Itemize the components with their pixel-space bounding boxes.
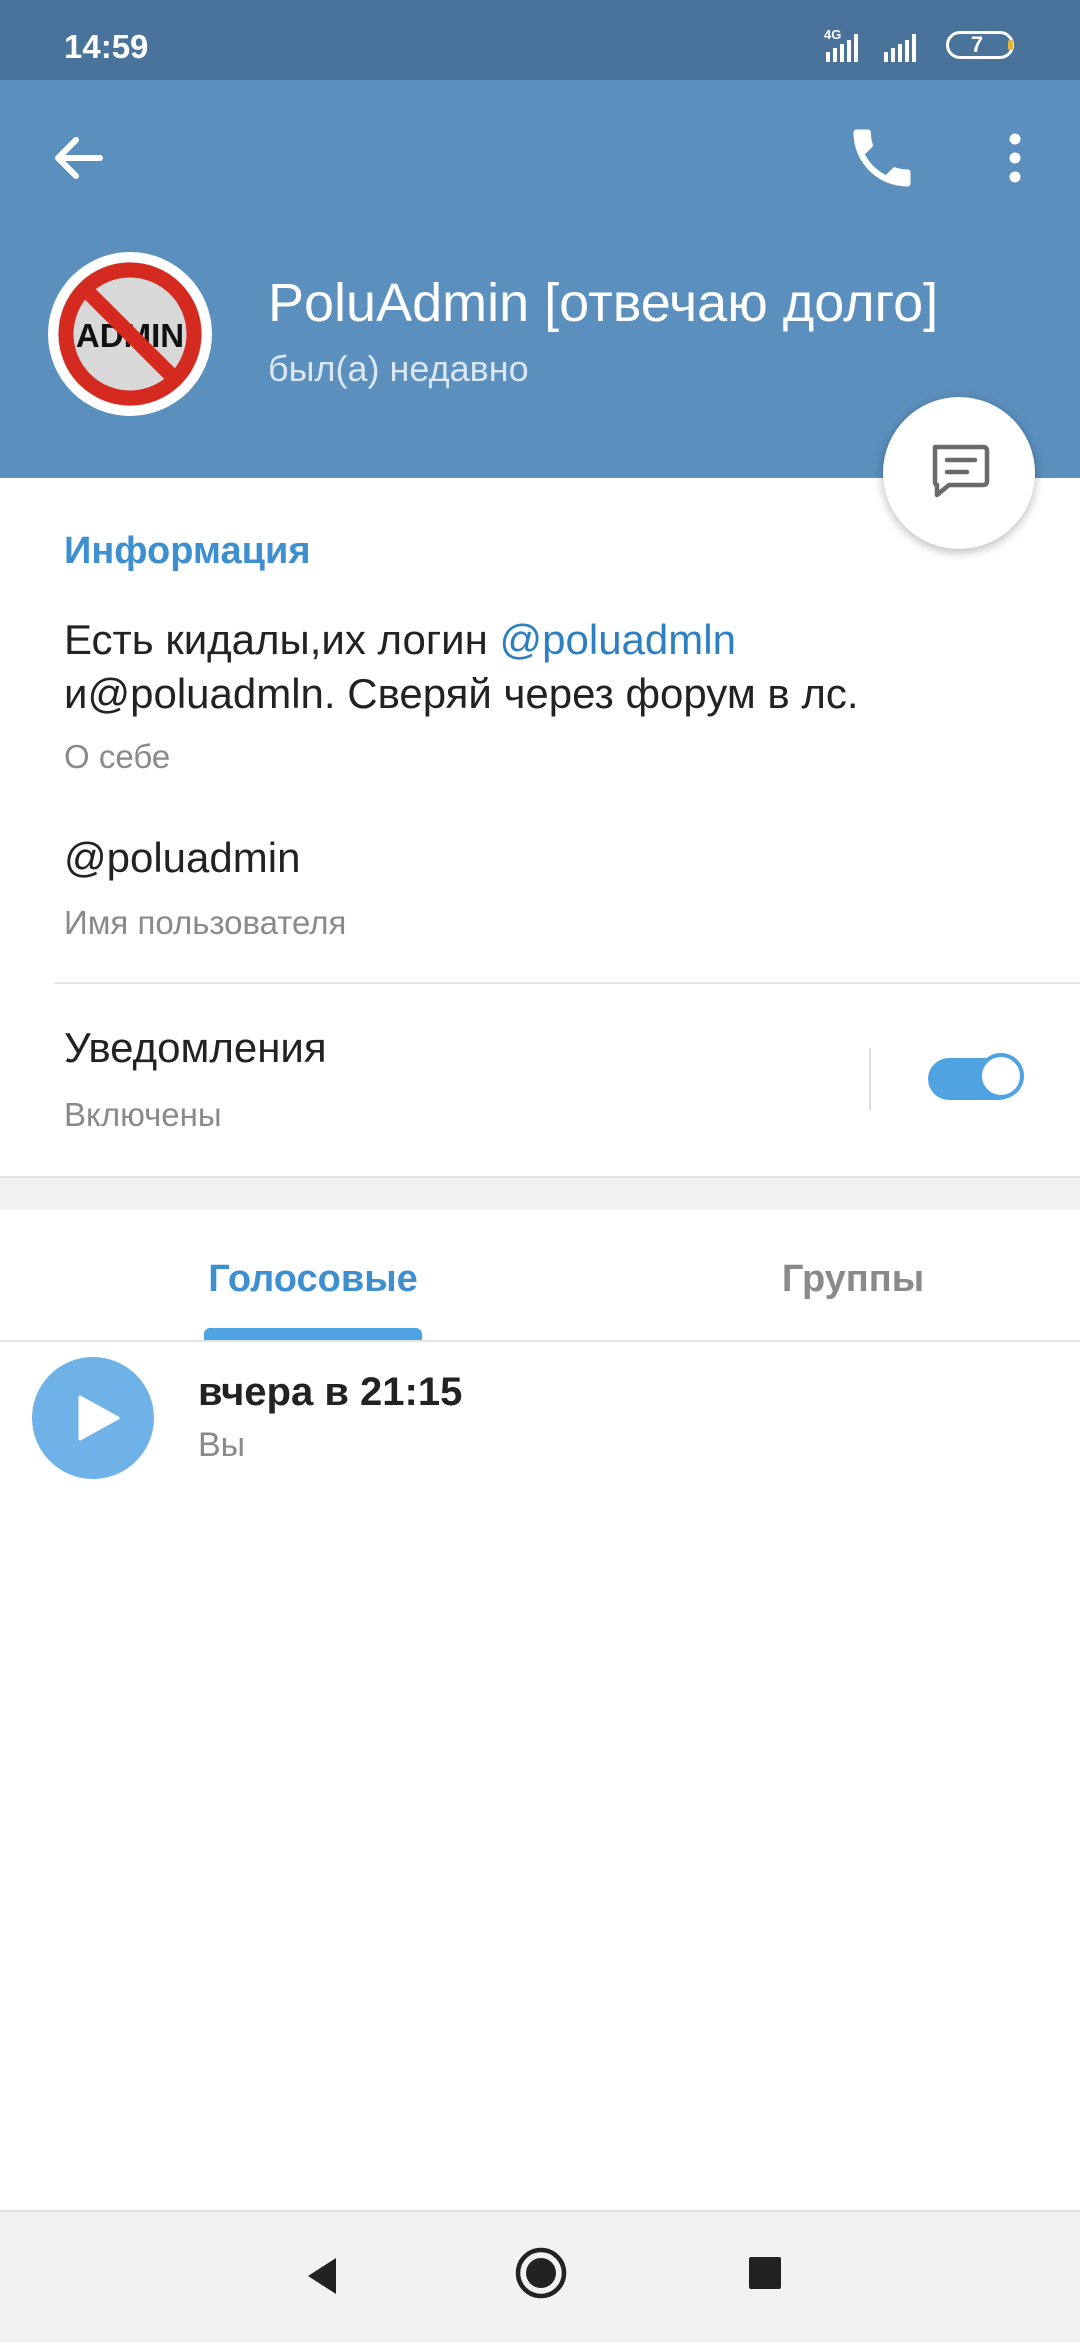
battery-level: 7 [970,32,984,57]
signal-4g-icon: 4G [824,27,916,62]
active-tab-indicator [204,1328,422,1340]
avatar[interactable]: ADMIN [48,252,212,416]
toggle-knob [978,1053,1024,1099]
more-vertical-icon [1009,133,1021,183]
voice-message-sender: Вы [198,1426,246,1464]
message-button[interactable] [883,397,1035,549]
bio-text-line2: и@poluadmln. Сверяй через форум в лс. [64,670,859,717]
battery-icon: 7 [946,31,1014,59]
more-options-button[interactable] [980,120,1050,196]
network-type: 4G [824,27,841,42]
info-section-title: Информация [64,530,311,572]
divider [54,982,1080,984]
notifications-title[interactable]: Уведомления [64,1024,327,1072]
tab-voice-label: Голосовые [208,1258,418,1300]
notifications-toggle[interactable] [928,1053,1024,1100]
bio-caption: О себе [64,738,171,775]
play-button[interactable] [32,1357,154,1479]
play-icon [78,1395,120,1441]
square-recents-icon [749,2257,781,2289]
list-item[interactable] [0,1344,1080,1494]
bio-mention-link[interactable]: @poluadmln [500,616,736,663]
username-caption: Имя пользователя [64,904,347,941]
tabs-divider [0,1340,1080,1342]
phone-icon [853,129,911,187]
tab-groups[interactable]: Группы [626,1210,1080,1340]
no-admin-avatar-icon: ADMIN [50,254,210,414]
status-time: 14:59 [64,28,149,65]
nav-home-button[interactable] [510,2242,572,2304]
circle-home-icon [515,2247,567,2299]
bio-text-prefix: Есть кидалы,их логин [64,616,500,663]
voice-message-time: вчера в 21:15 [198,1370,463,1414]
tab-voice[interactable]: Голосовые [0,1210,626,1340]
username-value[interactable]: @poluadmin [64,834,300,882]
back-arrow-icon [55,137,103,179]
tab-groups-label: Группы [781,1258,925,1300]
notifications-status: Включены [64,1096,222,1133]
triangle-back-icon [308,2258,336,2294]
contact-name: PoluAdmin [отвечаю долго] [268,273,939,333]
message-icon [932,444,990,498]
contact-last-seen: был(а) недавно [268,348,529,389]
vertical-separator [869,1048,871,1110]
bio-text: Есть кидалы,их логин @poluadmln [64,616,736,664]
back-button[interactable] [40,120,116,196]
call-button[interactable] [844,120,920,196]
section-gap [0,1176,1080,1210]
nav-back-button[interactable] [294,2246,354,2306]
nav-recents-button[interactable] [744,2252,786,2294]
